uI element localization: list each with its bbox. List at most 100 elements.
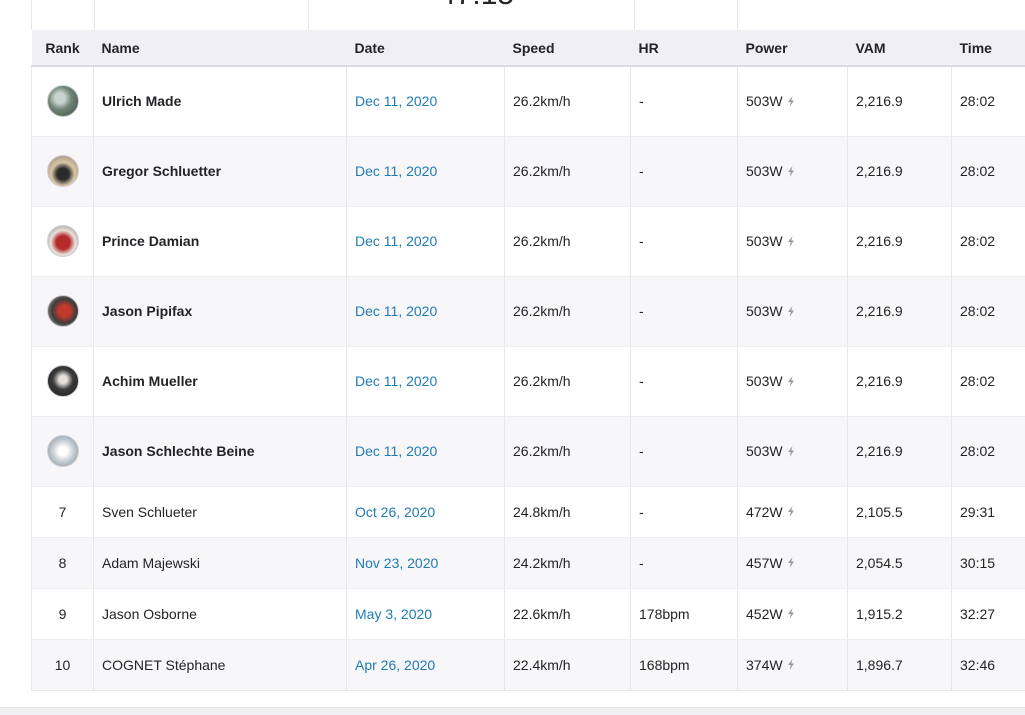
power-cell: 503W — [737, 416, 848, 487]
activity-date-link[interactable]: Dec 11, 2020 — [355, 373, 437, 389]
column-header-speed[interactable]: Speed — [504, 30, 631, 67]
lightning-bolt-icon — [787, 375, 794, 387]
athlete-name[interactable]: Jason Schlechte Beine — [102, 443, 255, 459]
power-cell: 503W — [737, 276, 848, 347]
date-cell: May 3, 2020 — [346, 588, 505, 640]
power-cell: 472W — [737, 486, 848, 538]
activity-date-link[interactable]: Dec 11, 2020 — [355, 303, 437, 319]
column-header-power[interactable]: Power — [737, 30, 848, 67]
athlete-avatar[interactable] — [46, 295, 79, 327]
hr-cell: - — [630, 66, 738, 137]
power-cell: 503W — [737, 136, 848, 207]
stats-cell: 47:15 — [308, 0, 634, 30]
athlete-name[interactable]: Sven Schlueter — [102, 504, 197, 520]
lightning-bolt-icon — [787, 165, 794, 177]
power-value: 503W — [746, 443, 783, 459]
athlete-avatar[interactable] — [46, 365, 79, 397]
date-cell: Apr 26, 2020 — [346, 639, 505, 691]
date-cell: Dec 11, 2020 — [346, 136, 505, 207]
table-row: Jason Schlechte Beine Dec 11, 2020 26.2k… — [31, 416, 1025, 487]
hr-cell: - — [630, 416, 738, 487]
activity-date-link[interactable]: Dec 11, 2020 — [355, 163, 437, 179]
power-cell: 503W — [737, 346, 848, 417]
name-cell: Achim Mueller — [93, 346, 347, 417]
date-cell: Dec 11, 2020 — [346, 416, 505, 487]
column-header-name[interactable]: Name — [93, 30, 347, 67]
rank-cell: 10 — [31, 639, 94, 691]
name-cell: COGNET Stéphane — [93, 639, 347, 691]
rank-number: 8 — [58, 554, 67, 571]
rank-cell — [31, 346, 94, 417]
rank-number: 10 — [54, 656, 71, 673]
time-cell: 32:27 — [951, 588, 1025, 640]
table-row: 10 COGNET Stéphane Apr 26, 2020 22.4km/h… — [31, 639, 1025, 691]
column-header-date[interactable]: Date — [346, 30, 505, 67]
time-cell: 28:02 — [951, 136, 1025, 207]
hr-cell: 168bpm — [630, 639, 738, 691]
column-header-rank[interactable]: Rank — [31, 30, 94, 67]
table-row: 9 Jason Osborne May 3, 2020 22.6km/h 178… — [31, 588, 1025, 640]
date-cell: Dec 11, 2020 — [346, 66, 505, 137]
activity-date-link[interactable]: Dec 11, 2020 — [355, 233, 437, 249]
speed-cell: 26.2km/h — [504, 136, 631, 207]
athlete-name[interactable]: Gregor Schluetter — [102, 163, 221, 179]
athlete-avatar[interactable] — [46, 155, 79, 187]
athlete-name[interactable]: Ulrich Made — [102, 93, 181, 109]
power-value: 503W — [746, 373, 783, 389]
activity-date-link[interactable]: Dec 11, 2020 — [355, 443, 437, 459]
date-cell: Dec 11, 2020 — [346, 206, 505, 277]
lightning-bolt-icon — [787, 506, 794, 517]
lightning-bolt-icon — [787, 557, 794, 568]
athlete-avatar[interactable] — [46, 435, 79, 467]
column-header-vam[interactable]: VAM — [847, 30, 952, 67]
page-footer-bar — [0, 707, 1025, 715]
stats-cell: - — [94, 0, 308, 30]
speed-cell: 24.8km/h — [504, 486, 631, 538]
activity-date-link[interactable]: May 3, 2020 — [355, 606, 432, 622]
power-value: 472W — [746, 503, 783, 520]
time-cell: 29:31 — [951, 486, 1025, 538]
athlete-avatar[interactable] — [46, 225, 79, 257]
name-cell: Ulrich Made — [93, 66, 347, 137]
table-row: Prince Damian Dec 11, 2020 26.2km/h - 50… — [31, 206, 1025, 277]
date-cell: Dec 11, 2020 — [346, 276, 505, 347]
time-cell: 28:02 — [951, 66, 1025, 137]
power-value: 503W — [746, 93, 783, 110]
speed-cell: 22.6km/h — [504, 588, 631, 640]
column-header-hr[interactable]: HR — [630, 30, 738, 67]
stats-cell — [737, 0, 1025, 30]
speed-cell: 26.2km/h — [504, 416, 631, 487]
rank-cell — [31, 416, 94, 487]
athlete-name[interactable]: COGNET Stéphane — [102, 657, 225, 673]
name-cell: Gregor Schluetter — [93, 136, 347, 207]
rank-number: 7 — [58, 503, 67, 520]
rank-number: 9 — [58, 605, 67, 622]
power-value: 374W — [746, 656, 783, 673]
athlete-name[interactable]: Achim Mueller — [102, 373, 198, 389]
athlete-name[interactable]: Jason Osborne — [102, 606, 197, 622]
activity-date-link[interactable]: Oct 26, 2020 — [355, 504, 435, 520]
lightning-bolt-icon — [787, 608, 794, 619]
hr-cell: - — [630, 276, 738, 347]
time-cell: 28:02 — [951, 416, 1025, 487]
hr-cell: - — [630, 206, 738, 277]
speed-cell: 24.2km/h — [504, 537, 631, 589]
athlete-name[interactable]: Jason Pipifax — [102, 303, 192, 319]
activity-date-link[interactable]: Apr 26, 2020 — [355, 657, 435, 673]
segment-stats-strip: - 47:15 — [31, 0, 1025, 30]
speed-cell: 26.2km/h — [504, 346, 631, 417]
athlete-name[interactable]: Prince Damian — [102, 233, 199, 249]
athlete-name[interactable]: Adam Majewski — [102, 555, 200, 571]
activity-date-link[interactable]: Dec 11, 2020 — [355, 93, 437, 109]
time-cell: 28:02 — [951, 346, 1025, 417]
table-header-row: Rank Name Date Speed HR Power VAM Time — [31, 30, 1025, 67]
activity-date-link[interactable]: Nov 23, 2020 — [355, 555, 438, 571]
column-header-time[interactable]: Time — [951, 30, 1025, 67]
lightning-bolt-icon — [787, 445, 794, 457]
vam-cell: 1,915.2 — [847, 588, 952, 640]
name-cell: Jason Schlechte Beine — [93, 416, 347, 487]
power-value: 503W — [746, 163, 783, 179]
vam-cell: 2,216.9 — [847, 136, 952, 207]
time-cell: 30:15 — [951, 537, 1025, 589]
athlete-avatar[interactable] — [46, 85, 79, 118]
